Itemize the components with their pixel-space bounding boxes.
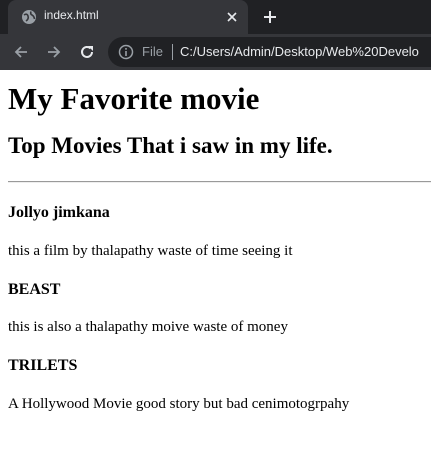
globe-icon [21, 9, 37, 25]
scheme-label: File [142, 44, 163, 59]
new-tab-icon[interactable] [259, 6, 281, 28]
movie-title: TRILETS [8, 357, 78, 374]
url-text[interactable]: C:/Users/Admin/Desktop/Web%20Develo [180, 44, 419, 59]
page-content: My Favorite movie Top Movies That i saw … [0, 70, 431, 413]
movie-title: Jollyo jimkana [8, 204, 110, 221]
movie-description: this is also a thalapathy moive waste of… [8, 319, 288, 335]
page-title: My Favorite movie [8, 81, 260, 116]
movie-description: this a film by thalapathy waste of time … [8, 243, 293, 259]
omnibox-divider [172, 44, 173, 60]
address-bar[interactable]: File C:/Users/Admin/Desktop/Web%20Develo [108, 37, 431, 67]
reload-icon[interactable] [75, 40, 99, 64]
info-icon[interactable] [118, 44, 134, 60]
movie-title: BEAST [8, 281, 61, 298]
browser-tab[interactable]: index.html [8, 0, 248, 34]
page-subtitle: Top Movies That i saw in my life. [8, 133, 333, 158]
movie-description: A Hollywood Movie good story but bad cen… [8, 396, 350, 412]
tab-title: index.html [44, 8, 99, 22]
back-icon[interactable] [9, 40, 33, 64]
tab-strip: index.html [0, 0, 431, 34]
close-icon[interactable] [223, 8, 241, 26]
browser-toolbar: File C:/Users/Admin/Desktop/Web%20Develo [0, 34, 431, 70]
forward-icon[interactable] [42, 40, 66, 64]
